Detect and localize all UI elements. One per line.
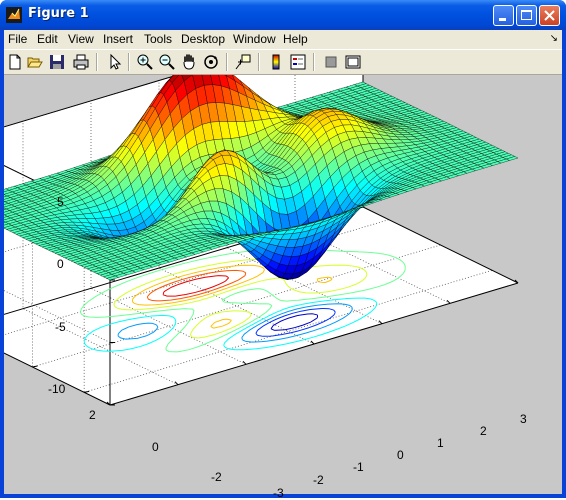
pan-hand-icon[interactable] [180, 53, 198, 71]
figure-window: Figure 1 File Edit View Insert Tools Des… [0, 0, 566, 498]
figure-canvas[interactable]: 5 0 -5 -10 2 0 -2 -3 -2 -1 0 1 2 3 [4, 75, 562, 494]
menu-edit[interactable]: Edit [37, 32, 58, 46]
x-tick-label: 3 [520, 412, 527, 426]
save-icon[interactable] [48, 53, 66, 71]
close-icon [540, 6, 559, 25]
x-tick-label: 2 [480, 424, 487, 438]
menu-file[interactable]: File [8, 32, 27, 46]
title-bar[interactable]: Figure 1 [0, 0, 566, 30]
close-button[interactable] [539, 5, 560, 26]
menu-window[interactable]: Window [233, 32, 276, 46]
y-tick-label: -2 [211, 470, 222, 484]
zoom-in-icon[interactable] [136, 53, 154, 71]
toolbar-separator [96, 53, 98, 71]
toolbar-separator [128, 53, 130, 71]
y-tick-label: 2 [89, 408, 96, 422]
data-cursor-icon[interactable] [234, 53, 252, 71]
z-tick-label: 5 [57, 195, 64, 209]
menu-bar: File Edit View Insert Tools Desktop Wind… [4, 30, 562, 48]
peaks-surface-plot[interactable] [4, 75, 562, 494]
menu-view[interactable]: View [68, 32, 94, 46]
hide-plot-tools-icon[interactable] [322, 53, 340, 71]
z-tick-label: -10 [48, 382, 65, 396]
rotate-3d-icon[interactable] [202, 53, 220, 71]
x-tick-label: -2 [313, 473, 324, 487]
menu-tools[interactable]: Tools [144, 32, 172, 46]
minimize-icon [494, 6, 513, 25]
x-tick-label: 1 [437, 436, 444, 450]
maximize-icon [517, 6, 536, 25]
toolbar-separator [313, 53, 315, 71]
zoom-out-icon[interactable] [158, 53, 176, 71]
insert-legend-icon[interactable] [289, 53, 307, 71]
maximize-button[interactable] [516, 5, 537, 26]
matlab-logo-icon [6, 7, 22, 23]
print-icon[interactable] [72, 53, 90, 71]
menu-insert[interactable]: Insert [103, 32, 133, 46]
y-tick-label: 0 [152, 440, 159, 454]
edit-plot-arrow-icon[interactable] [106, 53, 124, 71]
window-title: Figure 1 [28, 6, 89, 21]
toolbar-separator [258, 53, 260, 71]
figure-toolbar [4, 49, 562, 75]
menu-help[interactable]: Help [283, 32, 308, 46]
x-tick-label: -1 [353, 460, 364, 474]
z-tick-label: -5 [55, 320, 66, 334]
open-file-icon[interactable] [26, 53, 44, 71]
z-tick-label: 0 [57, 257, 64, 271]
minimize-button[interactable] [493, 5, 514, 26]
toolbar-separator [226, 53, 228, 71]
menu-dock-arrow[interactable]: ↘ [550, 33, 558, 44]
new-figure-icon[interactable] [6, 53, 24, 71]
menu-desktop[interactable]: Desktop [181, 32, 225, 46]
show-plot-tools-icon[interactable] [344, 53, 362, 71]
insert-colorbar-icon[interactable] [267, 53, 285, 71]
x-tick-label: 0 [397, 448, 404, 462]
window-client-area: File Edit View Insert Tools Desktop Wind… [4, 30, 562, 494]
